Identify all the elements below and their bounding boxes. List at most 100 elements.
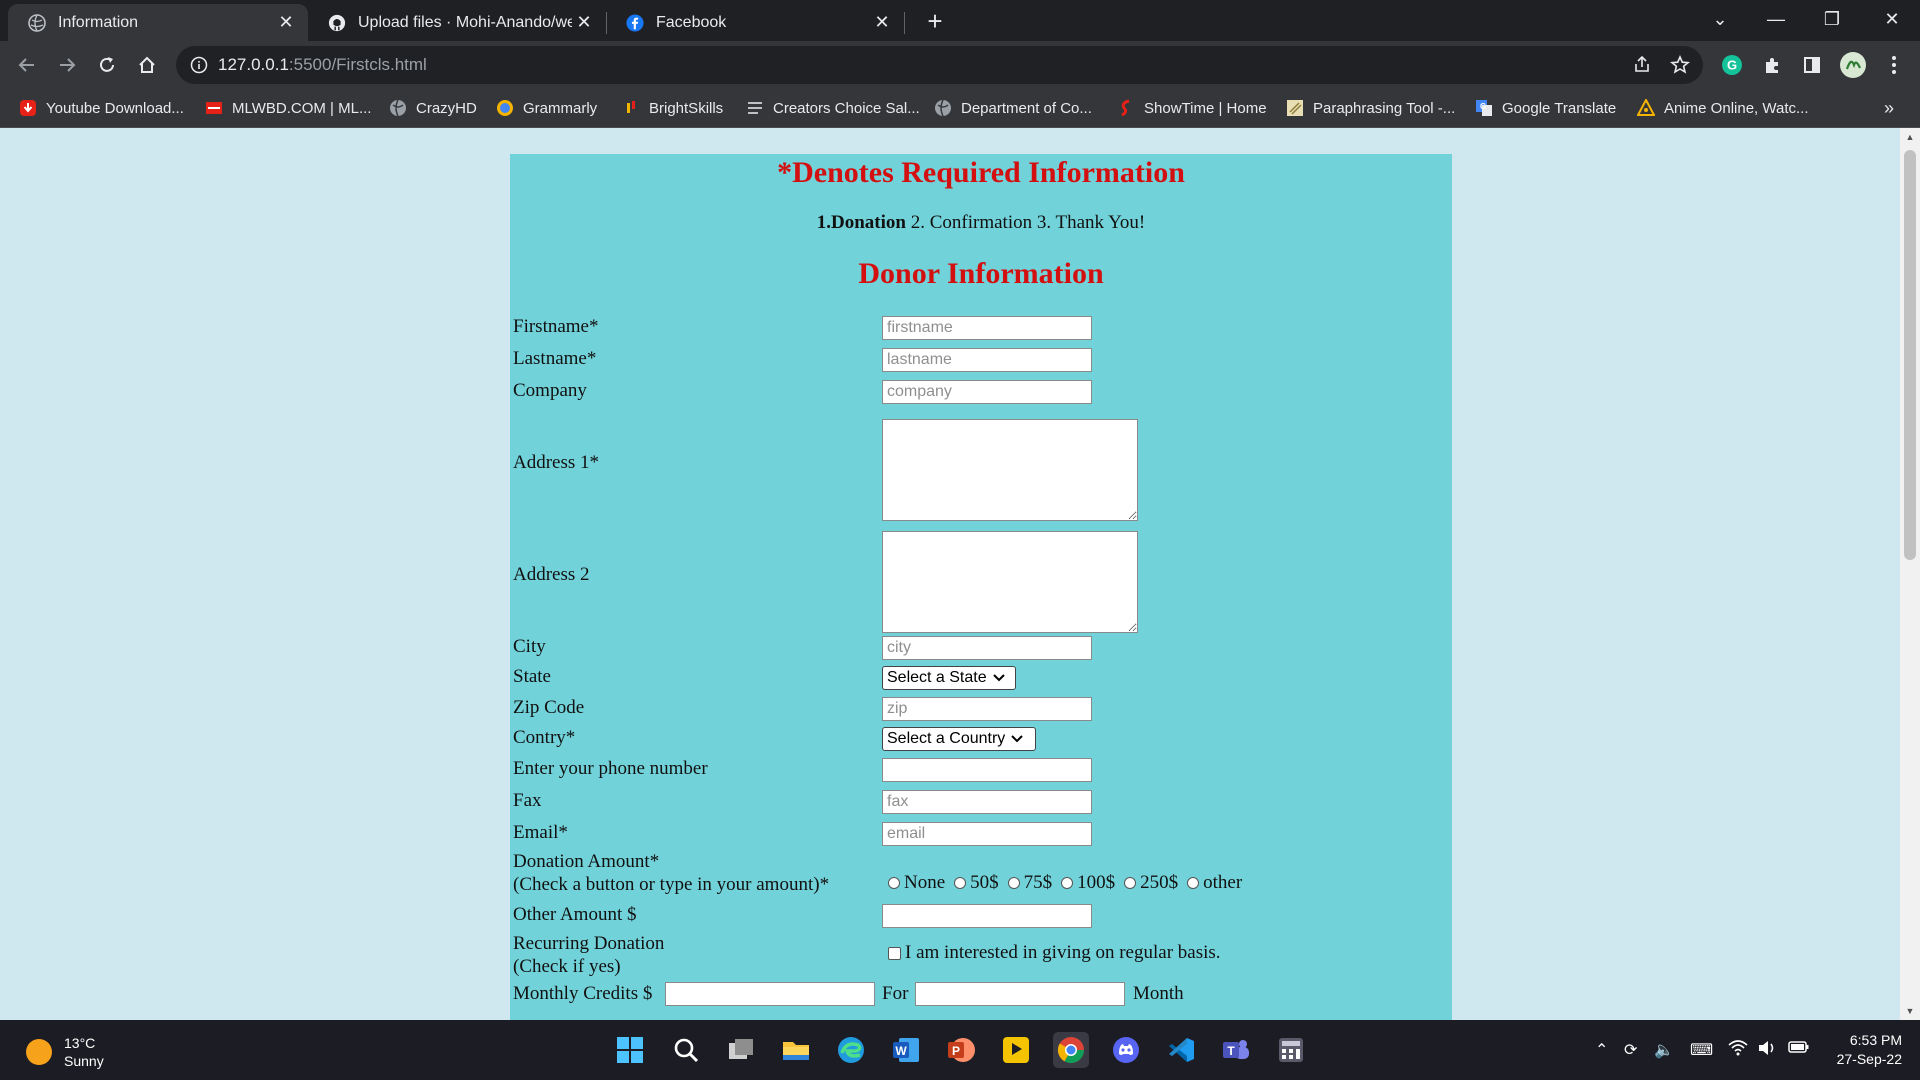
lastname-input[interactable] <box>882 348 1092 372</box>
extensions-puzzle-icon[interactable] <box>1756 49 1788 81</box>
volume-icon[interactable] <box>1757 1040 1777 1061</box>
minimize-icon[interactable]: — <box>1748 0 1804 38</box>
tab-facebook[interactable]: Facebook ✕ <box>606 4 904 41</box>
file-explorer-icon[interactable] <box>778 1032 814 1068</box>
search-icon[interactable] <box>668 1032 704 1068</box>
home-icon[interactable] <box>131 49 163 81</box>
bookmark-label: Paraphrasing Tool -... <box>1313 99 1456 117</box>
state-label: State <box>513 666 551 687</box>
months-input[interactable] <box>915 982 1125 1006</box>
edge-icon[interactable] <box>833 1032 869 1068</box>
tab-upload-files[interactable]: Upload files · Mohi-Anando/web ✕ <box>308 4 606 41</box>
tab-divider <box>904 12 905 34</box>
media-player-icon[interactable] <box>998 1032 1034 1068</box>
radio-circle[interactable] <box>1124 877 1137 889</box>
state-select[interactable]: Select a State <box>882 666 1016 690</box>
github-icon <box>328 14 346 32</box>
radio-circle[interactable] <box>888 877 900 889</box>
bookmark-youtube-download[interactable]: Youtube Download... <box>19 96 184 120</box>
firstname-input[interactable] <box>882 316 1092 340</box>
sync-icon[interactable]: ⟳ <box>1624 1040 1637 1060</box>
radio-circle[interactable] <box>1007 877 1020 889</box>
donation-radio-75[interactable]: 75$ <box>1007 872 1052 894</box>
donation-radio-other[interactable]: other <box>1187 872 1242 894</box>
bookmark-showtime[interactable]: ShowTime | Home <box>1117 96 1267 120</box>
monthly-credits-input[interactable] <box>665 982 875 1006</box>
bookmark-star-icon[interactable] <box>1664 49 1696 81</box>
bookmarks-overflow-button[interactable]: » <box>1884 96 1894 120</box>
weather-temp: 13°C <box>64 1035 96 1051</box>
city-input[interactable] <box>882 636 1092 660</box>
scroll-down-icon[interactable]: ▼ <box>1900 1002 1920 1020</box>
wifi-icon[interactable] <box>1728 1040 1748 1061</box>
word-icon[interactable]: W <box>888 1032 924 1068</box>
site-info-icon[interactable] <box>190 56 208 74</box>
fax-input[interactable] <box>882 790 1092 814</box>
donation-radio-250[interactable]: 250$ <box>1124 872 1178 894</box>
scroll-up-icon[interactable]: ▲ <box>1900 128 1920 146</box>
bookmark-label: Grammarly <box>523 99 598 117</box>
bookmark-google-translate[interactable]: G Google Translate <box>1475 96 1616 120</box>
speaker-icon[interactable]: 🔈 <box>1654 1040 1674 1060</box>
bookmark-brightskills[interactable]: BrightSkills <box>622 96 723 120</box>
donation-radio-100[interactable]: 100$ <box>1061 872 1115 894</box>
address1-textarea[interactable] <box>882 419 1138 521</box>
side-panel-icon[interactable] <box>1796 49 1828 81</box>
radio-circle[interactable] <box>954 877 967 889</box>
reload-icon[interactable] <box>91 49 123 81</box>
new-tab-button[interactable]: + <box>920 6 950 36</box>
task-view-icon[interactable] <box>723 1032 759 1068</box>
bookmark-department[interactable]: Department of Co... <box>934 96 1092 120</box>
close-tab-icon[interactable]: ✕ <box>572 12 596 33</box>
company-input[interactable] <box>882 380 1092 404</box>
battery-icon[interactable] <box>1788 1040 1810 1059</box>
bookmark-anime-online[interactable]: Anime Online, Watc... <box>1637 96 1809 120</box>
weather-widget[interactable]: 13°C Sunny <box>26 1034 104 1070</box>
system-clock[interactable]: 6:53 PM 27-Sep-22 <box>1830 1031 1902 1069</box>
vscode-icon[interactable] <box>1163 1032 1199 1068</box>
country-select[interactable]: Select a Country <box>882 727 1036 751</box>
back-icon[interactable] <box>11 49 43 81</box>
address-bar[interactable]: 127.0.0.1:5500/Firstcls.html <box>176 46 1703 84</box>
profile-avatar[interactable] <box>1837 49 1869 81</box>
recurring-checkbox-row[interactable]: I am interested in giving on regular bas… <box>888 942 1221 964</box>
teams-icon[interactable]: T <box>1218 1032 1254 1068</box>
radio-circle[interactable] <box>1061 877 1074 889</box>
chrome-icon[interactable] <box>1053 1032 1089 1068</box>
close-window-icon[interactable]: ✕ <box>1864 0 1920 38</box>
discord-icon[interactable] <box>1108 1032 1144 1068</box>
powerpoint-icon[interactable]: P <box>943 1032 979 1068</box>
address2-textarea[interactable] <box>882 531 1138 633</box>
recurring-checkbox[interactable] <box>888 946 901 960</box>
bookmark-grammarly[interactable]: Grammarly <box>496 96 597 120</box>
bookmark-crazyhd[interactable]: CrazyHD <box>389 96 477 120</box>
tray-overflow-icon[interactable]: ⌃ <box>1595 1040 1608 1060</box>
donation-radio-none[interactable]: None <box>888 872 945 894</box>
menu-kebab-icon[interactable] <box>1878 49 1910 81</box>
tab-information[interactable]: Information ✕ <box>8 4 308 41</box>
share-icon[interactable] <box>1626 49 1658 81</box>
scrollbar-thumb[interactable] <box>1904 150 1916 560</box>
bookmark-paraphrasing[interactable]: Paraphrasing Tool -... <box>1286 96 1455 120</box>
tab-search-icon[interactable]: ⌄ <box>1692 0 1748 38</box>
url-text[interactable]: 127.0.0.1:5500/Firstcls.html <box>218 55 427 75</box>
keyboard-icon[interactable]: ⌨ <box>1690 1040 1713 1060</box>
radio-circle[interactable] <box>1187 877 1200 889</box>
grammarly-extension-icon[interactable]: G <box>1716 49 1748 81</box>
other-amount-input[interactable] <box>882 904 1092 928</box>
bookmark-creators-choice[interactable]: Creators Choice Sal... <box>746 96 920 120</box>
calculator-icon[interactable] <box>1273 1032 1309 1068</box>
close-tab-icon[interactable]: ✕ <box>870 12 894 33</box>
zip-input[interactable] <box>882 697 1092 721</box>
svg-text:P: P <box>952 1044 960 1058</box>
bookmark-mlwbd[interactable]: MLWBD.COM | ML... <box>205 96 371 120</box>
page-scrollbar[interactable]: ▲ ▼ <box>1900 128 1920 1020</box>
windows-start-icon[interactable] <box>612 1032 648 1068</box>
forward-icon[interactable] <box>51 49 83 81</box>
email-input[interactable] <box>882 822 1092 846</box>
donation-radio-50[interactable]: 50$ <box>954 872 999 894</box>
restore-icon[interactable]: ❐ <box>1804 0 1860 38</box>
close-tab-icon[interactable]: ✕ <box>274 12 298 33</box>
phone-label: Enter your phone number <box>513 758 708 779</box>
phone-input[interactable] <box>882 758 1092 782</box>
